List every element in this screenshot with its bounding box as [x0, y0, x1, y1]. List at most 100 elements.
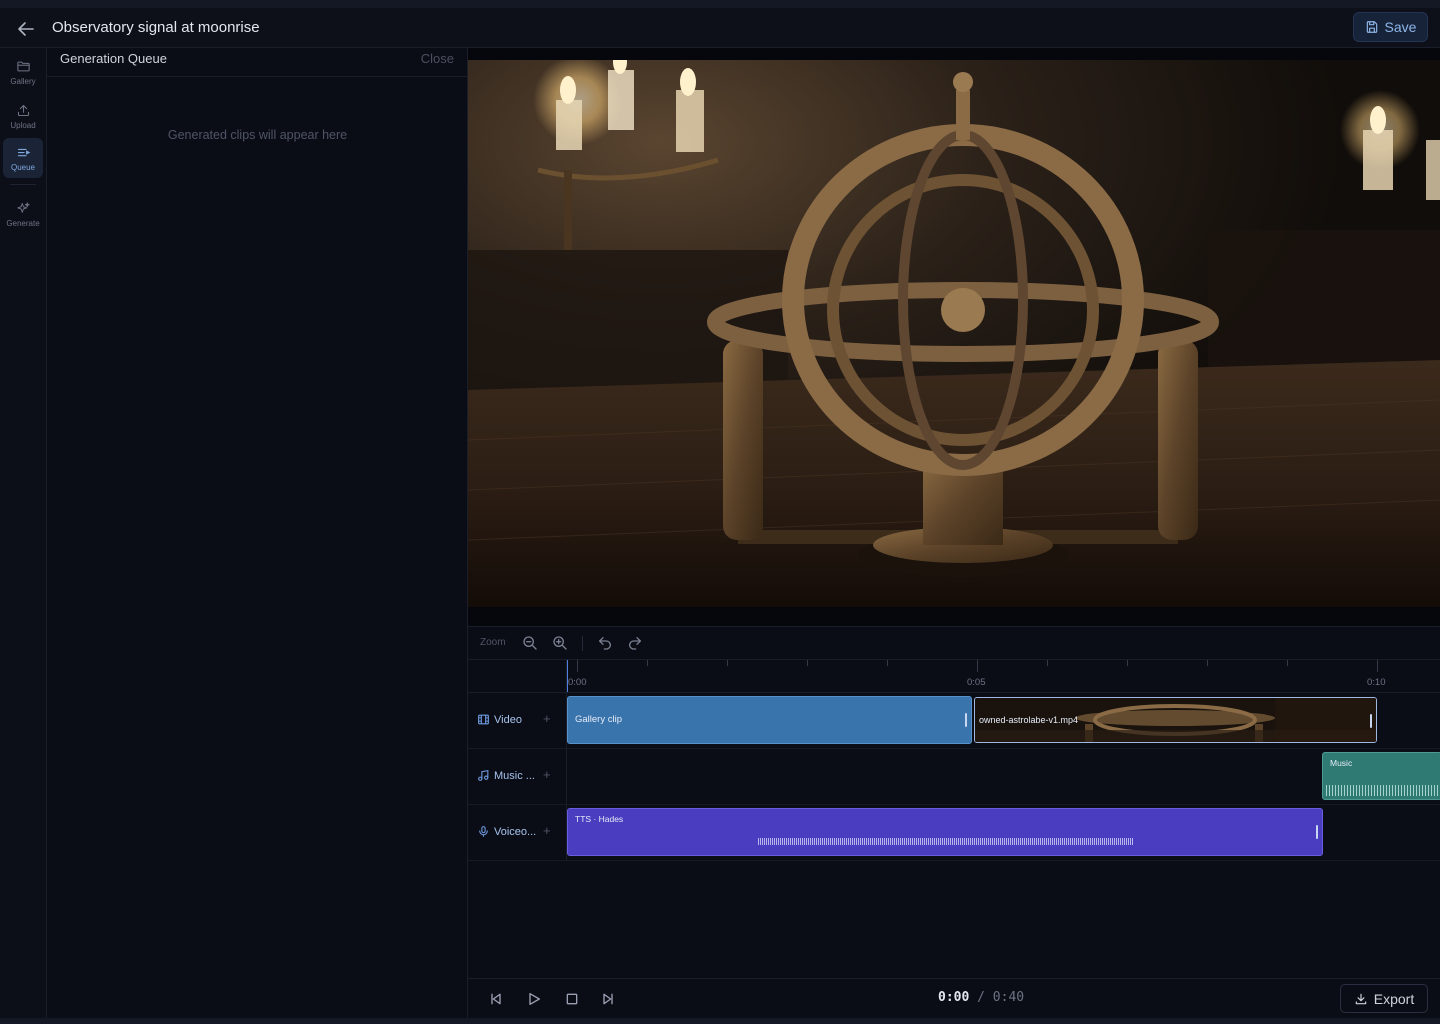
play-button[interactable]: [526, 991, 542, 1007]
skip-back-button[interactable]: [488, 991, 504, 1007]
ruler-tick: [807, 660, 808, 666]
mic-icon: [479, 826, 488, 837]
tts-clip[interactable]: TTS · Hades: [567, 808, 1323, 856]
clip-label: owned-astrolabe-v1.mp4: [979, 715, 1079, 725]
tts-waveform: [758, 838, 1134, 845]
bottom-strip: [0, 1018, 1440, 1024]
queue-close-button[interactable]: Close: [421, 51, 454, 66]
rail-item-queue[interactable]: Queue: [3, 138, 43, 178]
skip-forward-icon: [603, 993, 613, 1005]
add-voiceover-clip-button[interactable]: +: [543, 823, 551, 838]
track-name: Music ...: [494, 770, 535, 782]
ruler-tick: [577, 660, 578, 672]
rail-item-generate[interactable]: Generate: [3, 194, 43, 234]
ruler-spacer: [468, 660, 567, 693]
track-name: Voiceo...: [494, 826, 537, 838]
track-header-music: Music ... +: [468, 749, 567, 805]
preview-frame: [468, 60, 1440, 607]
music-track: Music: [567, 749, 1440, 805]
track-name: Video: [494, 714, 522, 726]
clip-trim-handle[interactable]: [1370, 714, 1372, 728]
save-label: Save: [1384, 19, 1417, 35]
ruler-tick: [1207, 660, 1208, 666]
video-preview[interactable]: [468, 48, 1440, 626]
track-header-voiceover: Voiceo... +: [468, 805, 567, 861]
generation-queue-panel: Generation Queue Close Generated clips w…: [47, 48, 468, 1024]
ruler-tick: [1047, 660, 1048, 666]
rail-label: Queue: [10, 162, 36, 172]
add-video-clip-button[interactable]: +: [543, 711, 551, 726]
folder-icon: [16, 61, 30, 71]
upload-icon: [17, 104, 29, 116]
music-icon: [478, 769, 489, 781]
ruler-tick: [727, 660, 728, 666]
time-separator: /: [977, 990, 985, 1005]
ruler-tick: [887, 660, 888, 666]
current-time: 0:00: [938, 990, 970, 1005]
save-icon: [1366, 21, 1377, 33]
list-icon: [17, 148, 30, 156]
gallery-clip[interactable]: Gallery clip: [567, 696, 972, 744]
zoom-out-icon: [523, 636, 537, 650]
ruler-label: 0:05: [967, 677, 986, 688]
ruler-label: 0:10: [1367, 677, 1386, 688]
undo-button[interactable]: [597, 635, 613, 651]
add-music-clip-button[interactable]: +: [543, 767, 551, 782]
rail-label: Upload: [10, 120, 36, 130]
zoom-label: Zoom: [480, 637, 506, 648]
queue-empty-message: Generated clips will appear here: [167, 128, 348, 142]
film-icon: [478, 714, 489, 725]
clip-label: Gallery clip: [575, 714, 622, 725]
undo-icon: [599, 637, 611, 650]
ruler-tick: [647, 660, 648, 666]
top-bar: Observatory signal at moonrise Save: [0, 0, 1440, 48]
total-time: 0:40: [992, 990, 1025, 1005]
ruler-label: 0:00: [568, 677, 587, 688]
ruler-tick: [1377, 660, 1378, 672]
zoom-in-icon: [553, 636, 567, 650]
arrow-left-icon: [18, 22, 34, 36]
redo-button[interactable]: [627, 635, 643, 651]
rail-divider: [10, 184, 36, 185]
rail-label: Gallery: [10, 76, 36, 86]
toolbar-divider: [582, 636, 583, 651]
music-clip[interactable]: Music: [1322, 752, 1440, 800]
export-label: Export: [1373, 990, 1415, 1007]
playhead[interactable]: [567, 660, 568, 692]
zoom-out-button[interactable]: [522, 635, 538, 651]
sparkle-icon: [16, 201, 30, 213]
skip-forward-button[interactable]: [600, 991, 616, 1007]
back-button[interactable]: [14, 17, 38, 41]
stop-button[interactable]: [564, 991, 580, 1007]
save-button[interactable]: Save: [1353, 12, 1428, 42]
clip-trim-handle[interactable]: [965, 713, 967, 727]
export-button[interactable]: Export: [1340, 984, 1428, 1013]
video-track: Gallery clip owned-astrolabe-v1.mp4: [567, 693, 1440, 749]
timeline-panel: Zoom 0:00 0:05 0:10 Video + Music ... + …: [468, 626, 1440, 978]
timeline-toolbar: Zoom: [468, 627, 1440, 660]
clip-label: TTS · Hades: [575, 814, 624, 824]
ruler-tick: [1287, 660, 1288, 666]
clip-label: Music: [1330, 758, 1353, 768]
astrolabe-clip[interactable]: owned-astrolabe-v1.mp4: [974, 697, 1377, 743]
redo-icon: [629, 637, 641, 650]
play-icon: [529, 993, 540, 1005]
left-rail: Gallery Upload Queue Generate: [0, 48, 47, 1024]
stop-icon: [566, 993, 578, 1005]
rail-label: Generate: [6, 218, 40, 228]
track-header-video: Video +: [468, 693, 567, 749]
queue-header: Generation Queue Close: [47, 48, 467, 77]
clip-trim-handle[interactable]: [1316, 825, 1318, 839]
queue-title: Generation Queue: [60, 51, 167, 66]
music-waveform: [1326, 785, 1440, 796]
transport-bar: 0:00 / 0:40 Export: [468, 978, 1440, 1018]
ruler-tick: [977, 660, 978, 672]
rail-item-upload[interactable]: Upload: [3, 96, 43, 136]
voiceover-track: TTS · Hades: [567, 805, 1440, 861]
zoom-in-button[interactable]: [552, 635, 568, 651]
time-readout: 0:00 / 0:40: [938, 990, 1024, 1005]
ruler-tick: [1127, 660, 1128, 666]
skip-back-icon: [491, 993, 501, 1005]
time-ruler[interactable]: 0:00 0:05 0:10: [567, 660, 1440, 693]
rail-item-gallery[interactable]: Gallery: [3, 52, 43, 92]
